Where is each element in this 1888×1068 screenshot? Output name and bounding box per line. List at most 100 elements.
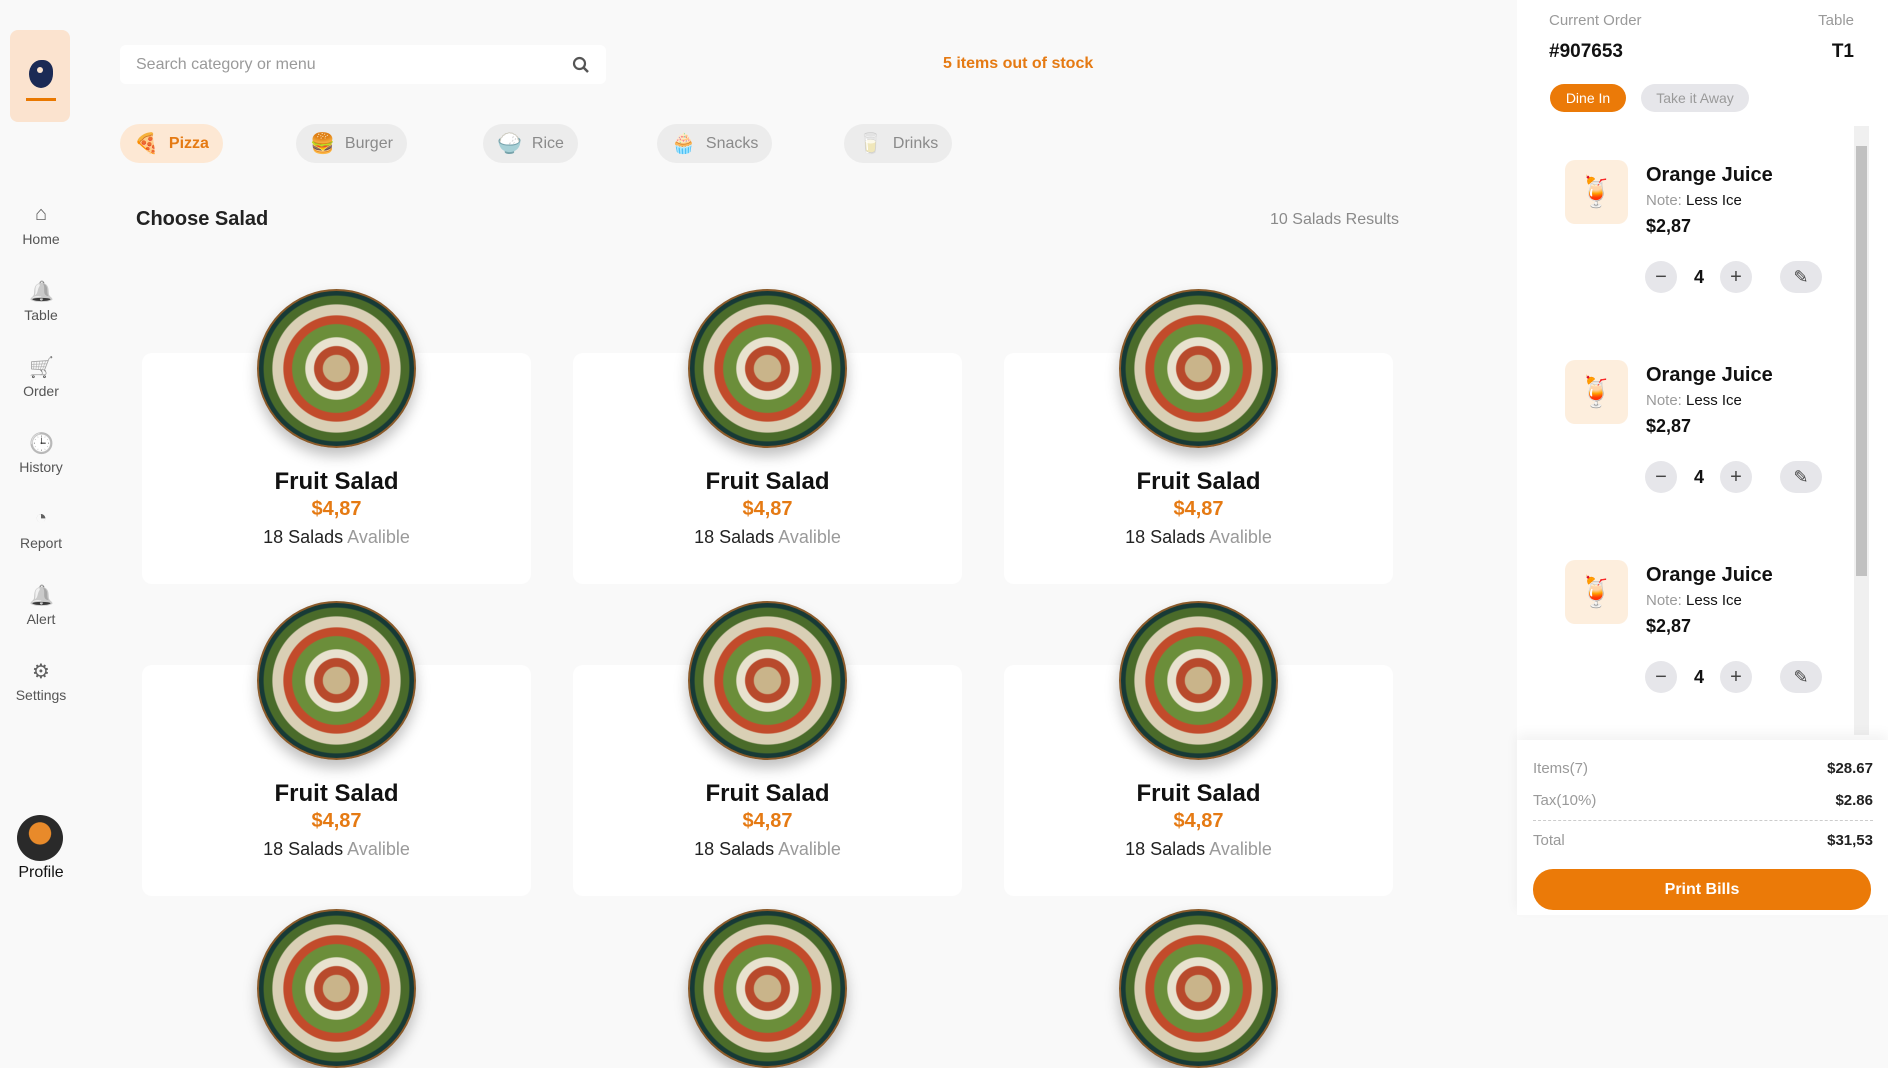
decrease-qty-button[interactable]: −	[1645, 461, 1677, 493]
sidebar-item-settings[interactable]: ⚙ Settings	[0, 659, 82, 703]
note-text: Less Ice	[1686, 592, 1742, 609]
sidebar-item-home[interactable]: ⌂ Home	[0, 203, 82, 247]
increase-qty-button[interactable]: +	[1720, 261, 1752, 293]
category-burger[interactable]: 🍔 Burger	[296, 124, 407, 163]
stock-count: 18 Salads	[1125, 839, 1206, 859]
sidebar-item-label: Settings	[15, 687, 67, 703]
total-label: Total	[1533, 832, 1565, 849]
pie-chart-icon: ◔	[34, 507, 48, 529]
drinks-icon: 🥛	[858, 133, 883, 155]
pizza-icon: 🍕	[134, 133, 159, 155]
product-name: Fruit Salad	[705, 780, 830, 807]
decrease-qty-button[interactable]: −	[1645, 261, 1677, 293]
product-name: Fruit Salad	[1136, 468, 1261, 495]
product-price: $4,87	[1173, 810, 1224, 832]
product-availability: 18 Salads Avalible	[1004, 839, 1393, 860]
profile-avatar[interactable]	[17, 815, 63, 861]
order-item-price: $2,87	[1646, 616, 1692, 636]
edit-note-icon[interactable]: ✎	[1780, 261, 1822, 293]
category-label: Rice	[531, 134, 564, 152]
order-item-name: Orange Juice	[1646, 564, 1773, 586]
availability-label: Avalible	[1209, 839, 1272, 859]
orange-juice-image: 🍹	[1565, 360, 1628, 424]
order-item-price: $2,87	[1646, 416, 1692, 436]
product-name: Fruit Salad	[1136, 780, 1261, 807]
salad-image	[1119, 909, 1278, 1068]
search-input[interactable]: Search category or menu	[120, 45, 606, 84]
table-number: T1	[1831, 41, 1854, 62]
order-item-name: Orange Juice	[1646, 364, 1773, 386]
category-rice[interactable]: 🍚 Rice	[483, 124, 578, 163]
category-label: Burger	[344, 134, 393, 152]
product-name: Fruit Salad	[274, 780, 399, 807]
product-price: $4,87	[311, 498, 362, 520]
snacks-icon: 🧁	[671, 133, 696, 155]
out-of-stock-notice[interactable]: 5 items out of stock	[943, 55, 1093, 73]
dine-in-toggle[interactable]: Dine In	[1550, 84, 1626, 112]
stock-count: 18 Salads	[263, 839, 344, 859]
stock-count: 18 Salads	[263, 527, 344, 547]
take-away-toggle[interactable]: Take it Away	[1641, 84, 1749, 112]
sidebar-item-label: Order	[23, 383, 59, 399]
order-item-note: Note: Less Ice	[1646, 592, 1742, 609]
print-bills-button[interactable]: Print Bills	[1533, 869, 1871, 910]
product-name: Fruit Salad	[274, 468, 399, 495]
salad-image	[688, 289, 847, 448]
edit-note-icon[interactable]: ✎	[1780, 661, 1822, 693]
gear-icon: ⚙	[32, 661, 50, 683]
sidebar-item-order[interactable]: 🛒 Order	[0, 355, 82, 399]
availability-label: Avalible	[778, 839, 841, 859]
order-summary: Items(7) $28.67 Tax(10%) $2.86 Total $31,53…	[1517, 740, 1888, 915]
stock-count: 18 Salads	[694, 527, 775, 547]
decrease-qty-button[interactable]: −	[1645, 661, 1677, 693]
availability-label: Avalible	[1209, 527, 1272, 547]
order-number: #907653	[1549, 41, 1623, 62]
salad-image	[257, 289, 416, 448]
bell-icon: 🔔	[29, 281, 54, 303]
note-label: Note:	[1646, 192, 1682, 209]
edit-note-icon[interactable]: ✎	[1780, 461, 1822, 493]
sidebar-item-label: Table	[24, 307, 58, 323]
product-price: $4,87	[1173, 498, 1224, 520]
scrollbar-thumb[interactable]	[1856, 146, 1867, 576]
note-label: Note:	[1646, 392, 1682, 409]
bell-icon: 🔔	[29, 585, 54, 607]
current-order-label: Current Order	[1549, 12, 1642, 29]
sidebar-item-label: Report	[19, 535, 63, 551]
category-label: Snacks	[705, 134, 759, 152]
increase-qty-button[interactable]: +	[1720, 461, 1752, 493]
table-label: Table	[1818, 12, 1854, 29]
profile-label[interactable]: Profile	[0, 864, 82, 882]
burger-icon: 🍔	[310, 133, 335, 155]
sidebar-item-table[interactable]: 🔔 Table	[0, 279, 82, 323]
availability-label: Avalible	[347, 839, 410, 859]
section-title: Choose Salad	[136, 208, 269, 230]
category-pizza[interactable]: 🍕 Pizza	[120, 124, 223, 163]
salad-image	[688, 909, 847, 1068]
product-price: $4,87	[742, 810, 793, 832]
availability-label: Avalible	[347, 527, 410, 547]
stock-count: 18 Salads	[694, 839, 775, 859]
category-label: Drinks	[892, 134, 939, 152]
product-price: $4,87	[742, 498, 793, 520]
sidebar-item-history[interactable]: 🕒 History	[0, 431, 82, 475]
stock-count: 18 Salads	[1125, 527, 1206, 547]
orange-juice-image: 🍹	[1565, 160, 1628, 224]
search-icon[interactable]	[572, 56, 590, 74]
salad-image	[1119, 601, 1278, 760]
rice-icon: 🍚	[497, 133, 522, 155]
increase-qty-button[interactable]: +	[1720, 661, 1752, 693]
product-availability: 18 Salads Avalible	[1004, 527, 1393, 548]
app-logo[interactable]	[10, 30, 70, 122]
sidebar-item-report[interactable]: ◔ Report	[0, 507, 82, 551]
product-price: $4,87	[311, 810, 362, 832]
category-snacks[interactable]: 🧁 Snacks	[657, 124, 773, 163]
salad-image	[257, 909, 416, 1068]
sidebar-item-label: Alert	[26, 611, 56, 627]
note-label: Note:	[1646, 592, 1682, 609]
sidebar-item-alert[interactable]: 🔔 Alert	[0, 583, 82, 627]
note-text: Less Ice	[1686, 392, 1742, 409]
salad-image	[688, 601, 847, 760]
category-drinks[interactable]: 🥛 Drinks	[844, 124, 953, 163]
order-item-name: Orange Juice	[1646, 164, 1773, 186]
